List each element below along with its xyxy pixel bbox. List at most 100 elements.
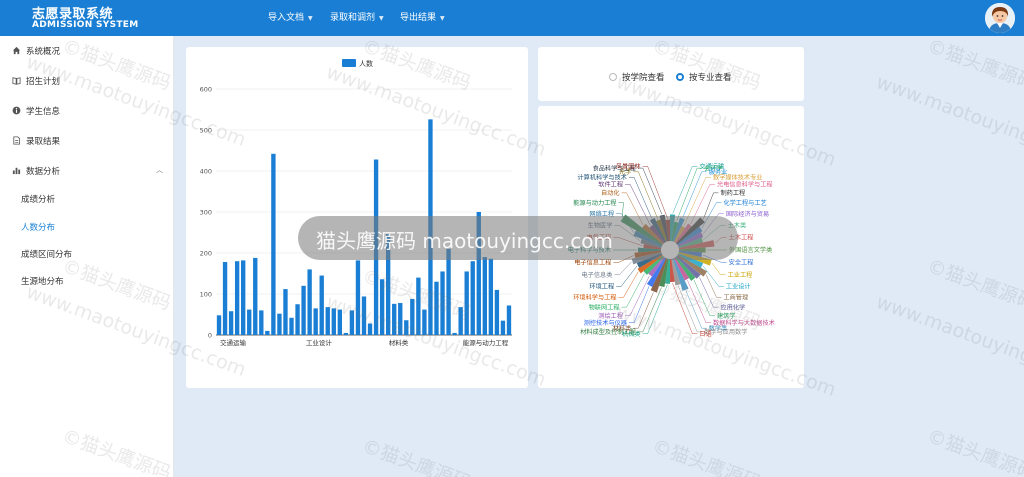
radio-label: 按专业查看 [689,73,732,83]
sidebar-item-label: 录取结果 [26,137,61,147]
bar [464,271,469,335]
bar [313,308,318,335]
y-tick-label: 100 [200,291,212,299]
sidebar-subitem-headcount-distribution[interactable]: 人数分布 [0,216,174,238]
nav-admission-adjust[interactable]: 录取和调剂 ▼ [330,10,384,23]
rose-leader-line [672,282,698,334]
bar [241,260,246,335]
sidebar-item-admission-results[interactable]: 录取结果 [0,128,174,154]
rose-slice-label: 软件工程 [598,181,623,189]
rose-leader-line [618,202,624,218]
rose-slice-label: 测控技术与仪器 [584,319,628,327]
sidebar-item-label: 学生信息 [26,107,61,117]
sidebar-item-enrollment-plan[interactable]: 招生计划 [0,68,174,94]
bar [458,307,463,335]
legend-label: 人数 [359,59,373,68]
bar [228,311,234,335]
bar [259,310,264,335]
radio-by-major[interactable]: 按专业查看 [676,71,732,83]
nav-export-results-label: 导出结果 [400,13,437,23]
bar [373,159,379,335]
rose-slice-label: 土木类 [728,221,747,229]
bar [319,275,324,335]
bar [379,279,385,335]
rose-slice-label: 日语 [699,330,711,338]
rose-leader-line [633,292,654,329]
radio-circle-checked-icon [676,73,684,81]
bar [470,261,475,335]
watermark: www.maotouyingcc.com [873,70,1024,172]
bar [446,248,451,335]
sidebar-subitem-label: 生源地分布 [21,277,64,287]
y-tick-label: 0 [208,332,212,340]
y-tick-label: 500 [200,127,212,135]
rose-leader-line [618,271,639,298]
info-icon [12,106,21,115]
sidebar-subitem-label: 成绩分析 [21,195,56,205]
bar [295,304,300,335]
rose-leader-line [677,285,703,333]
rose-slice-label: 电气工程 [587,234,612,242]
sidebar-subitem-label: 人数分布 [21,223,56,233]
bar [361,296,367,335]
x-tick-label: 交通运输 [220,338,247,347]
nav-admission-adjust-label: 录取和调剂 [330,13,376,23]
rose-leader-line [705,274,722,298]
bar [307,269,312,335]
radio-circle-icon [609,73,617,81]
y-tick-label: 200 [200,250,212,258]
bar [476,212,481,335]
sidebar-subitem-score-analysis[interactable]: 成绩分析 [0,188,174,210]
rose-leader-line [683,177,711,227]
legend-swatch [342,59,356,67]
bar [265,330,270,335]
radio-by-college[interactable]: 按学院查看 [609,71,665,83]
bar [247,309,252,335]
avatar-icon [985,3,1015,33]
rose-leader-line [682,171,707,218]
rose-leader-line [685,290,707,329]
bar [434,281,439,335]
nav-export-results[interactable]: 导出结果 ▼ [400,10,445,23]
sidebar-item-student-info[interactable]: 学生信息 [0,98,174,124]
nav-import-docs[interactable]: 导入文档 ▼ [268,10,313,23]
bar [289,317,294,335]
rose-slice-label: 自动化 [601,189,620,197]
rose-leader-line [699,277,719,308]
rose-slice-label: 工业设计 [726,283,751,291]
rose-leader-line [614,261,632,275]
bar [410,298,415,335]
rose-slice-label: 工商管理 [723,294,748,302]
radio-label: 按学院查看 [622,73,665,83]
rose-slice-label: 生物医学 [588,221,613,229]
bar [506,305,512,335]
bar [392,303,397,335]
sidebar-item-data-analysis[interactable]: 数据分析 ︿ [0,158,174,184]
bar [452,332,457,335]
bar [349,310,355,335]
nav-import-docs-label: 导入文档 [268,13,305,23]
bar-chart-card: 0 100 200 300 400 500 600 交通运输 工业设计 材料类 能源与动力工程 人数 [186,47,528,388]
rose-slice-label: 数字媒体技术专业 [713,173,763,181]
rose-slice-label: 应用化学 [720,303,745,311]
rose-leader-line [616,265,638,287]
rose-slice-label: 环境科学与工程 [573,294,616,302]
rose-leader-line [629,286,650,323]
bar [494,289,500,335]
sidebar-subitem-origin-distribution[interactable]: 生源地分布 [0,270,174,292]
home-icon [12,46,21,55]
y-tick-label: 600 [200,86,212,94]
rose-leader-line [642,166,668,219]
user-avatar[interactable] [985,3,1015,33]
chevron-down-icon: ▼ [379,15,384,22]
rose-slice-label: 物联网工程 [589,303,620,311]
x-tick-label: 材料类 [389,338,409,347]
bar [234,261,240,335]
rose-leader-line [690,184,715,225]
rose-leader-line [613,237,643,247]
rose-leader-line [672,166,698,214]
sidebar-subitem-score-range-distribution[interactable]: 成绩区间分布 [0,243,174,265]
sidebar-item-system-overview[interactable]: 系统概况 [0,38,174,64]
sidebar-item-label: 数据分析 [26,167,61,177]
bar [271,153,276,335]
